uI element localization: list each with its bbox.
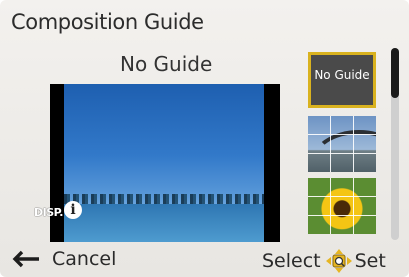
bridge-arch: [310, 130, 376, 172]
live-preview: [50, 84, 280, 242]
back-arrow-icon: [12, 250, 39, 268]
set-label: Set: [354, 250, 386, 272]
grid-line: [330, 116, 331, 172]
water: [64, 204, 264, 242]
scrollbar[interactable]: [391, 48, 399, 240]
thumbnail-no-guide[interactable]: No Guide: [308, 52, 376, 108]
grid-line: [308, 215, 376, 216]
grid-line: [330, 178, 331, 234]
scrollbar-thumb[interactable]: [391, 48, 399, 98]
select-label: Select: [262, 250, 321, 272]
grid-line: [353, 116, 354, 172]
disp-button-label: DISP.: [34, 206, 63, 219]
cancel-label: Cancel: [52, 248, 117, 270]
dpad-icon: [325, 249, 352, 273]
tree-line: [64, 194, 264, 204]
grid-line: [308, 134, 376, 135]
select-set-hint: Select Set: [262, 248, 386, 274]
page-title: Composition Guide: [11, 10, 204, 34]
composition-guide-screen: Composition Guide No Guide DISP. i No Gu…: [0, 0, 409, 277]
guide-thumbnail-list[interactable]: No Guide: [300, 48, 386, 238]
info-icon[interactable]: i: [64, 201, 82, 219]
grid-line: [353, 178, 354, 234]
cancel-button[interactable]: Cancel: [12, 248, 116, 270]
grid-line: [308, 196, 376, 197]
thumbnail-grid-flower[interactable]: [308, 178, 376, 234]
preview-photo: [64, 84, 264, 242]
thumbnail-grid-bridge[interactable]: [308, 116, 376, 172]
thumbnail-label: No Guide: [314, 68, 370, 82]
selected-guide-name: No Guide: [120, 52, 213, 76]
grid-line: [308, 153, 376, 154]
